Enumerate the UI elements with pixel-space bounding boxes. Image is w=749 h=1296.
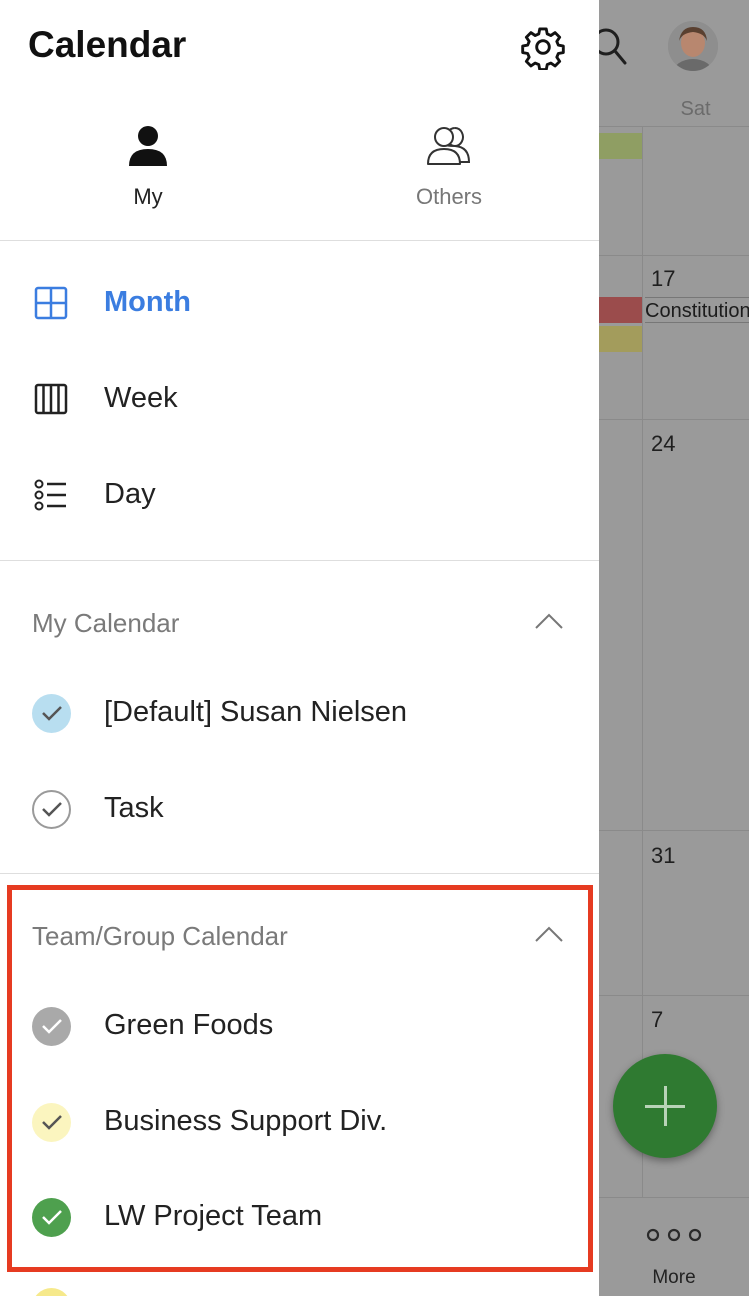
columns-icon: [34, 383, 68, 415]
calendar-label: [Default] Susan Nielsen: [104, 696, 408, 728]
settings-button[interactable]: [520, 24, 566, 72]
avatar[interactable]: [668, 21, 718, 71]
calendar-label: Task: [104, 792, 164, 824]
day-header-sat: Sat: [680, 98, 711, 120]
grid-line: [642, 126, 643, 1198]
more-button[interactable]: More: [642, 1215, 706, 1295]
drawer-title: Calendar: [28, 24, 187, 65]
grid-line: [599, 126, 749, 127]
highlight-box: [7, 885, 593, 1272]
date-cell[interactable]: 7: [651, 1007, 663, 1033]
section-title: My Calendar: [32, 608, 180, 638]
view-week-label: Week: [104, 382, 178, 414]
grid-line: [599, 419, 749, 420]
divider: [0, 240, 599, 241]
view-day[interactable]: Day: [0, 456, 599, 536]
tab-others-label: Others: [415, 184, 483, 209]
section-header-my-calendar[interactable]: My Calendar: [0, 594, 599, 654]
user-photo-icon: [668, 21, 718, 71]
add-event-button[interactable]: [613, 1054, 717, 1158]
event-bar[interactable]: [599, 297, 642, 323]
view-day-label: Day: [104, 478, 156, 510]
list-icon: [34, 479, 66, 511]
view-month[interactable]: Month: [0, 264, 599, 344]
date-cell[interactable]: 24: [651, 431, 675, 457]
view-week[interactable]: Week: [0, 360, 599, 440]
date-cell[interactable]: 17: [651, 266, 675, 292]
divider: [0, 873, 599, 874]
navigation-drawer: Calendar My Others Month Week Day My Cal…: [0, 0, 599, 1296]
check-icon: [42, 802, 62, 817]
people-icon: [427, 127, 471, 165]
calendar-check[interactable]: [32, 1288, 71, 1296]
person-icon: [129, 126, 167, 166]
calendar-item-task[interactable]: Task: [0, 770, 599, 850]
gear-icon: [521, 27, 565, 72]
more-label: More: [652, 1267, 696, 1288]
calendar-item-susan-nielsen[interactable]: [Default] Susan Nielsen: [0, 674, 599, 754]
grid-line: [599, 255, 749, 256]
view-month-label: Month: [104, 286, 191, 318]
tab-others[interactable]: Others: [374, 124, 524, 224]
divider: [0, 560, 599, 561]
grid-line: [599, 830, 749, 831]
grid-line: [599, 995, 749, 996]
check-icon: [42, 706, 62, 721]
date-cell[interactable]: 31: [651, 843, 675, 869]
calendar-check[interactable]: [32, 790, 71, 829]
event-bar[interactable]: [599, 326, 642, 352]
event-bar[interactable]: [599, 133, 642, 159]
grid-line: [599, 1197, 749, 1198]
grid-icon: [34, 286, 68, 320]
calendar-check[interactable]: [32, 694, 71, 733]
tab-my-label: My: [133, 184, 163, 209]
event-holiday[interactable]: Constitution Day: [645, 297, 749, 323]
more-dots-icon: [646, 1228, 702, 1242]
chevron-up-icon: [535, 613, 563, 629]
tab-my[interactable]: My: [73, 124, 223, 224]
